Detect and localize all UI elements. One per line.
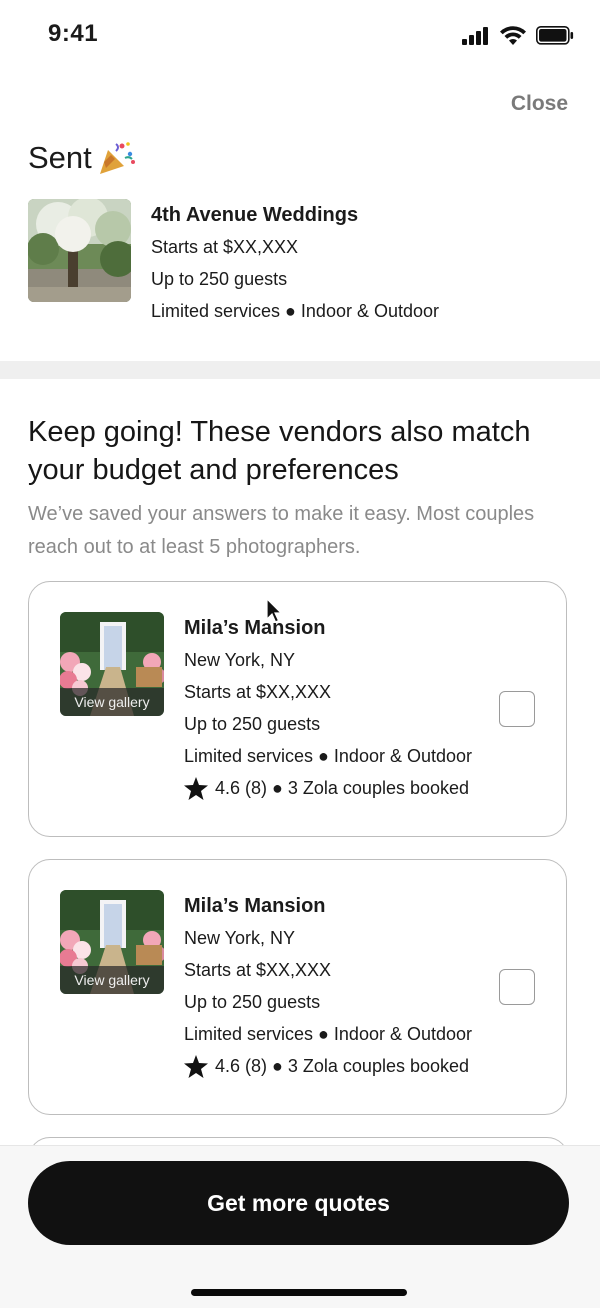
vendor-services: Limited services ● Indoor & Outdoor [184,1024,472,1044]
battery-icon [536,26,574,45]
vendor-guests: Up to 250 guests [184,714,321,734]
sent-vendor: 4th Avenue Weddings Starts at $XX,XXX Up… [28,199,588,321]
vendor-rating-text: 4.6 (8) ● 3 Zola couples booked [215,1056,470,1076]
vendor-guests: Up to 250 guests [151,269,288,289]
close-button[interactable]: Close [511,92,568,116]
wifi-icon [500,26,526,45]
vendor-rating: 4.6 (8) ● 3 Zola couples booked [184,772,472,804]
cellular-signal-icon [462,26,488,45]
recommendations-subtext: We’ve saved your answers to make it easy… [28,503,535,558]
sent-title-text: Sent [28,140,92,175]
vendor-card-info: Mila’s Mansion New York, NY Starts at $X… [184,890,472,1082]
vendor-card[interactable]: View gallery Mila’s Mansion New York, NY… [28,581,567,837]
vendor-select-checkbox[interactable] [499,691,535,727]
vendor-services: Limited services ● Indoor & Outdoor [151,301,439,321]
star-icon [184,776,208,800]
vendor-name: 4th Avenue Weddings [151,204,359,226]
sent-title: Sent [28,140,136,176]
mouse-pointer-icon [266,598,282,623]
vendor-photo [28,199,131,302]
vendor-name: Mila’s Mansion [184,617,326,639]
vendor-price: Starts at $XX,XXX [151,237,299,257]
recommendations-headline: Keep going! These vendors also match you… [28,416,531,486]
vendor-location: New York, NY [184,650,296,670]
status-bar: 9:41 [0,0,600,70]
home-indicator[interactable] [191,1289,407,1296]
vendor-name: Mila’s Mansion [184,895,326,917]
star-icon [184,1054,208,1078]
vendor-gallery-thumbnail[interactable]: View gallery [60,890,164,994]
vendor-gallery-thumbnail[interactable]: View gallery [60,612,164,716]
vendor-guests: Up to 250 guests [184,992,321,1012]
bottom-action-bar: Get more quotes [0,1145,600,1308]
section-divider [0,361,600,379]
vendor-location: New York, NY [184,928,296,948]
vendor-price: Starts at $XX,XXX [184,682,332,702]
vendor-rating-text: 4.6 (8) ● 3 Zola couples booked [215,778,470,798]
status-time: 9:41 [48,20,99,47]
party-popper-icon [99,142,135,174]
vendor-card-info: Mila’s Mansion New York, NY Starts at $X… [184,612,472,804]
view-gallery-label[interactable]: View gallery [60,966,164,994]
vendor-price: Starts at $XX,XXX [184,960,332,980]
get-more-quotes-button[interactable]: Get more quotes [28,1161,569,1245]
vendor-select-checkbox[interactable] [499,969,535,1005]
status-icons [462,26,574,45]
view-gallery-label[interactable]: View gallery [60,688,164,716]
vendor-rating: 4.6 (8) ● 3 Zola couples booked [184,1050,472,1082]
vendor-services: Limited services ● Indoor & Outdoor [184,746,472,766]
vendor-card[interactable]: View gallery Mila’s Mansion New York, NY… [28,859,567,1115]
sent-vendor-info: 4th Avenue Weddings Starts at $XX,XXX Up… [151,199,439,327]
